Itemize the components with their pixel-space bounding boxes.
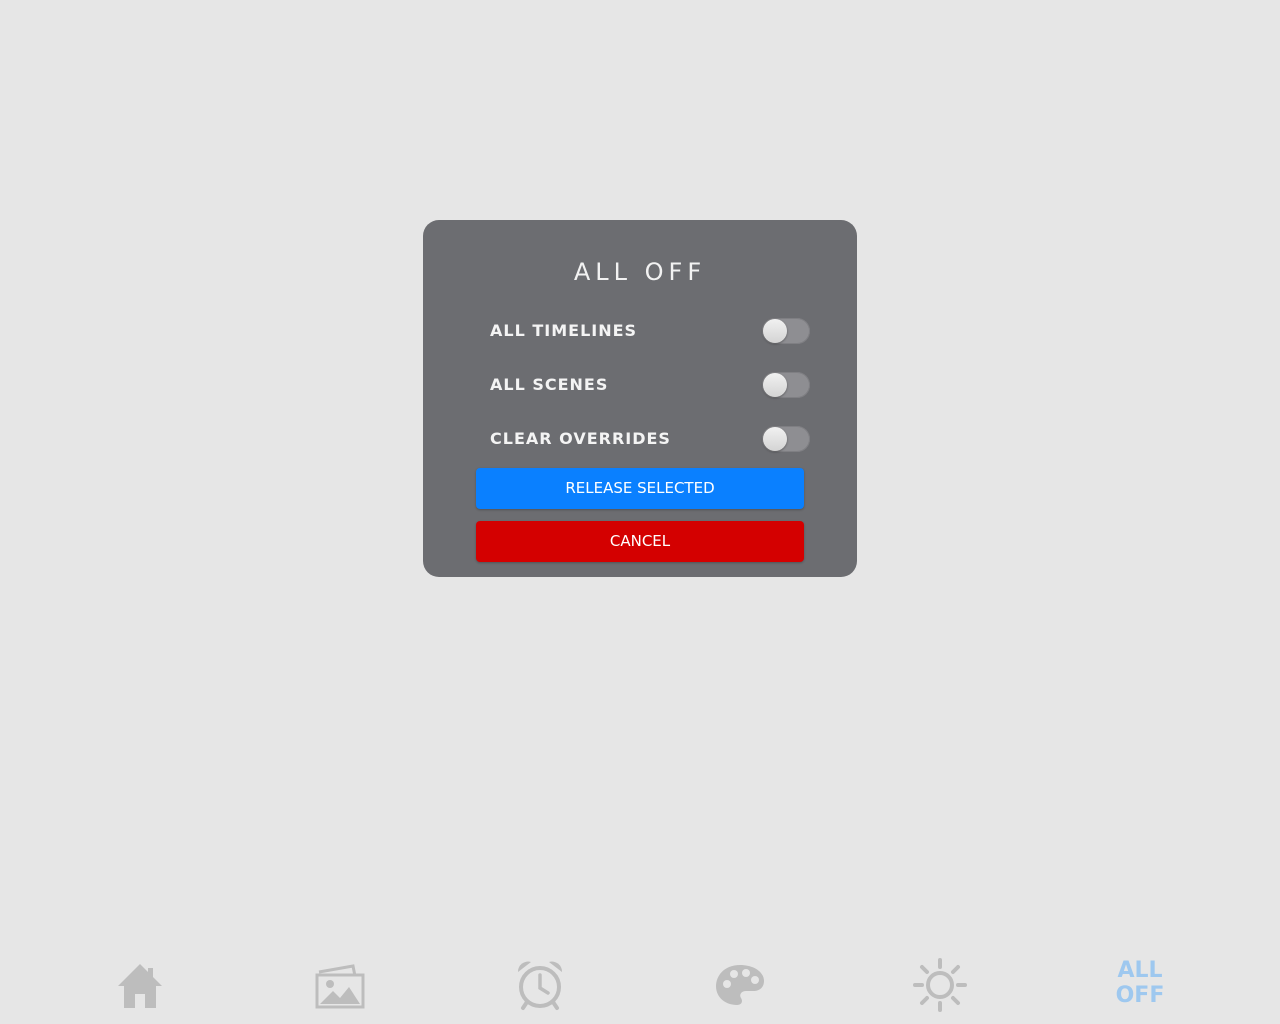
toggle-knob — [763, 427, 787, 451]
nav-home[interactable] — [110, 955, 170, 1015]
alarm-clock-icon — [514, 958, 566, 1012]
toggle-knob — [763, 373, 787, 397]
nav-timelines[interactable] — [510, 955, 570, 1015]
toggle-knob — [763, 319, 787, 343]
dialog-title: ALL OFF — [573, 258, 707, 286]
screen: ALL OFF ALL TIMELINES ALL SCENES CLEAR O… — [0, 0, 1280, 1024]
all-timelines-toggle[interactable] — [762, 318, 810, 344]
option-row-all-timelines: ALL TIMELINES — [490, 317, 812, 347]
sun-icon — [913, 958, 967, 1012]
clear-overrides-toggle[interactable] — [762, 426, 810, 452]
home-icon — [114, 959, 166, 1011]
nav-settings[interactable] — [910, 955, 970, 1015]
all-scenes-toggle[interactable] — [762, 372, 810, 398]
nav-all-off-line2: OFF — [1115, 983, 1165, 1008]
nav-scenes[interactable] — [310, 955, 370, 1015]
option-row-all-scenes: ALL SCENES — [490, 371, 812, 401]
nav-colors[interactable] — [710, 955, 770, 1015]
nav-all-off-line1: ALL — [1117, 958, 1163, 983]
option-label: ALL TIMELINES — [490, 321, 638, 340]
release-selected-button[interactable]: RELEASE SELECTED — [476, 468, 804, 509]
option-label: CLEAR OVERRIDES — [490, 429, 671, 448]
image-gallery-icon — [313, 960, 367, 1010]
nav-all-off[interactable]: ALL OFF — [1105, 958, 1175, 1012]
option-label: ALL SCENES — [490, 375, 609, 394]
palette-icon — [713, 962, 767, 1008]
cancel-button[interactable]: CANCEL — [476, 521, 804, 562]
option-row-clear-overrides: CLEAR OVERRIDES — [490, 425, 812, 455]
